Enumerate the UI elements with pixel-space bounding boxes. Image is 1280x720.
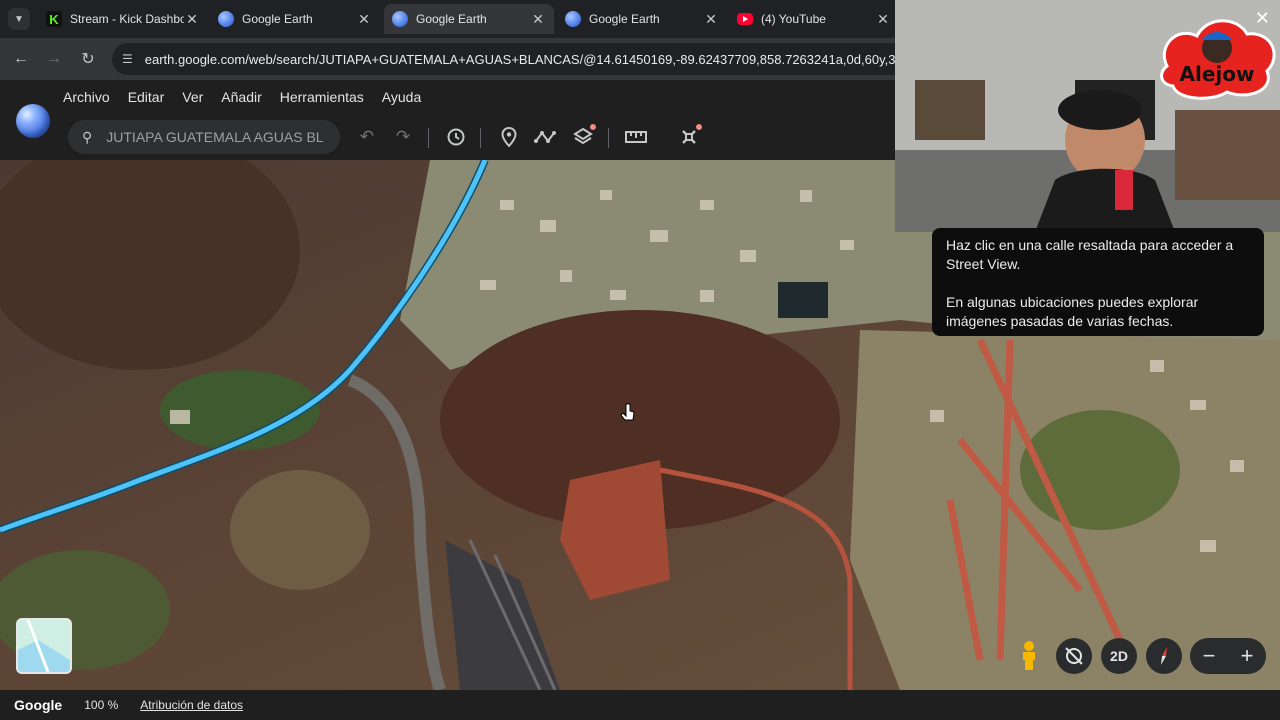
layers-icon[interactable] xyxy=(570,124,596,150)
menu-archivo[interactable]: Archivo xyxy=(54,88,119,106)
menu-anadir[interactable]: Añadir xyxy=(212,88,270,106)
notification-dot xyxy=(590,124,596,130)
google-earth-icon xyxy=(218,11,234,27)
tab-close-icon[interactable]: ✕ xyxy=(184,11,200,28)
redo-icon[interactable]: ↷ xyxy=(390,124,416,150)
google-earth-logo-icon[interactable] xyxy=(16,104,50,138)
zoom-controls: − + xyxy=(1190,638,1266,674)
tab-close-icon[interactable]: ✕ xyxy=(875,11,891,28)
tab-title: Google Earth xyxy=(416,12,487,26)
tab-title: (4) YouTube xyxy=(761,12,826,26)
menu-bar: Archivo Editar Ver Añadir Herramientas A… xyxy=(54,88,430,106)
search-box[interactable]: ⚲ xyxy=(68,120,340,154)
zoom-out-button[interactable]: − xyxy=(1190,638,1228,674)
toolbar-divider xyxy=(480,128,481,148)
browser-tab-google-earth-3[interactable]: Google Earth ✕ xyxy=(557,4,727,34)
toolbar-divider xyxy=(608,128,609,148)
zoom-in-button[interactable]: + xyxy=(1228,638,1266,674)
placemark-icon[interactable] xyxy=(496,124,522,150)
google-earth-icon xyxy=(565,11,581,27)
forward-arrow-icon[interactable]: → xyxy=(43,48,65,70)
menu-herramientas[interactable]: Herramientas xyxy=(271,88,373,106)
pegman-street-view-icon[interactable] xyxy=(1011,638,1047,674)
undo-icon[interactable]: ↶ xyxy=(354,124,380,150)
kick-icon: K xyxy=(46,11,62,27)
ruler-icon[interactable] xyxy=(623,124,649,150)
zoom-level: 100 % xyxy=(84,698,119,712)
tab-close-icon[interactable]: ✕ xyxy=(356,11,372,28)
address-bar[interactable]: ☰ earth.google.com/web/search/JUTIAPA+GU… xyxy=(112,43,912,75)
reload-icon[interactable]: ↻ xyxy=(77,48,99,70)
search-input[interactable] xyxy=(106,129,333,145)
tab-title: Google Earth xyxy=(242,12,313,26)
google-logo: Google xyxy=(14,697,63,713)
close-icon[interactable]: ✕ xyxy=(1255,8,1270,29)
tooltip-line-2: En algunas ubicaciones puedes explorar i… xyxy=(946,294,1199,329)
menu-ayuda[interactable]: Ayuda xyxy=(373,88,430,106)
browser-tab-google-earth-active[interactable]: Google Earth ✕ xyxy=(384,4,554,34)
site-settings-icon[interactable]: ☰ xyxy=(122,52,133,66)
browser-tab-google-earth-1[interactable]: Google Earth ✕ xyxy=(210,4,380,34)
2d-toggle-button[interactable]: 2D xyxy=(1101,638,1137,674)
tooltip-line-1: Haz clic en una calle resaltada para acc… xyxy=(946,237,1234,272)
screen: ▼ K Stream - Kick Dashbo ✕ Google Earth … xyxy=(0,0,1280,720)
data-attribution-link[interactable]: Atribución de datos xyxy=(140,698,243,712)
compass-icon[interactable] xyxy=(1146,638,1182,674)
search-icon[interactable]: ⚲ xyxy=(82,129,92,146)
url-text: earth.google.com/web/search/JUTIAPA+GUAT… xyxy=(144,51,912,67)
streamer-logo-text: Alejow xyxy=(1179,62,1255,86)
browser-tab-kick[interactable]: K Stream - Kick Dashbo ✕ xyxy=(38,4,208,34)
menu-editar[interactable]: Editar xyxy=(119,88,174,106)
satellite-icon[interactable] xyxy=(676,124,702,150)
youtube-icon xyxy=(737,13,753,25)
back-arrow-icon[interactable]: ← xyxy=(10,48,32,70)
path-icon[interactable] xyxy=(532,124,558,150)
tab-close-icon[interactable]: ✕ xyxy=(703,11,719,28)
minimap-thumbnail[interactable] xyxy=(16,618,72,674)
webcam-overlay: Alejow ✕ xyxy=(895,0,1280,232)
tab-search-chevron-icon[interactable]: ▼ xyxy=(8,8,30,30)
status-footer: Google 100 % Atribución de datos xyxy=(0,690,1280,720)
browser-tab-youtube[interactable]: (4) YouTube ✕ xyxy=(729,4,899,34)
orbit-toggle-icon[interactable] xyxy=(1056,638,1092,674)
google-earth-icon xyxy=(392,11,408,27)
tab-title: Stream - Kick Dashbo xyxy=(70,12,184,26)
street-view-tooltip: Haz clic en una calle resaltada para acc… xyxy=(932,228,1264,336)
toolbar-divider xyxy=(428,128,429,148)
notification-dot xyxy=(696,124,702,130)
tab-close-icon[interactable]: ✕ xyxy=(530,11,546,28)
history-icon[interactable] xyxy=(443,124,469,150)
tab-title: Google Earth xyxy=(589,12,660,26)
menu-ver[interactable]: Ver xyxy=(173,88,212,106)
